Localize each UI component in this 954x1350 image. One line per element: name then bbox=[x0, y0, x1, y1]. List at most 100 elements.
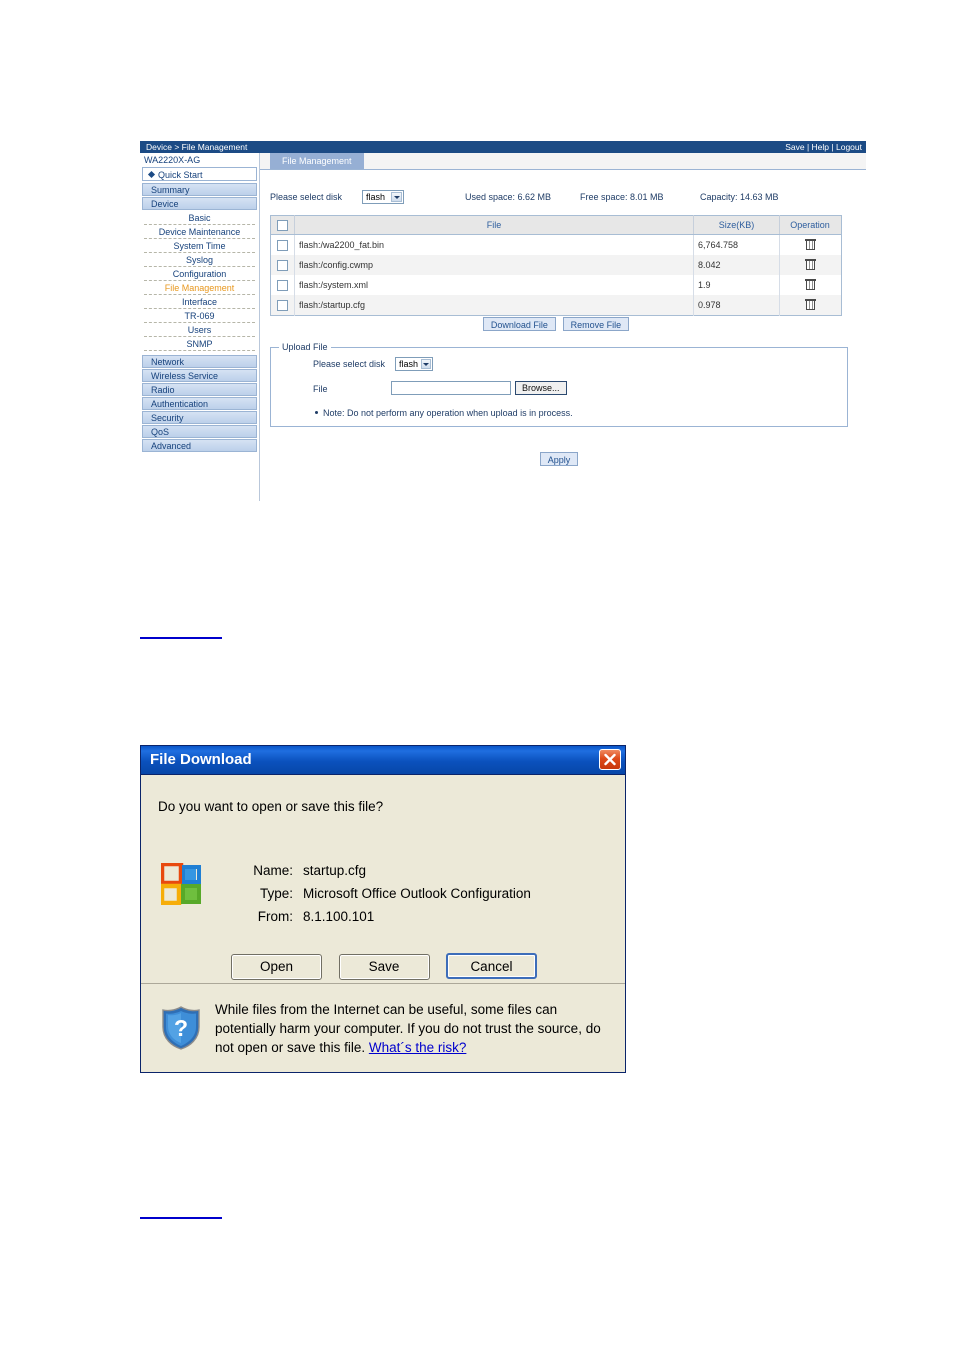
remove-file-button[interactable]: Remove File bbox=[562, 317, 630, 331]
sidebar-item-interface[interactable]: Interface bbox=[144, 295, 255, 309]
sidebar-item-file-management[interactable]: File Management bbox=[144, 281, 255, 295]
row-operation-cell bbox=[779, 255, 842, 275]
sidebar-item-label: System Time bbox=[173, 241, 226, 251]
sidebar-item-advanced[interactable]: Advanced bbox=[142, 439, 257, 452]
logout-link[interactable]: Logout bbox=[836, 142, 862, 152]
cancel-button[interactable]: Cancel bbox=[445, 953, 537, 979]
capacity-stat: Capacity: 14.63 MB bbox=[700, 192, 779, 202]
trash-icon[interactable] bbox=[804, 278, 816, 290]
trash-icon[interactable] bbox=[804, 238, 816, 250]
sidebar-item-summary[interactable]: Summary bbox=[142, 183, 257, 196]
sidebar-item-system-time[interactable]: System Time bbox=[144, 239, 255, 253]
row-checkbox[interactable] bbox=[276, 299, 288, 311]
sidebar-item-basic[interactable]: Basic bbox=[144, 211, 255, 225]
sidebar-item-wireless-service[interactable]: Wireless Service bbox=[142, 369, 257, 382]
sidebar-item-syslog[interactable]: Syslog bbox=[144, 253, 255, 267]
sidebar-item-device-maintenance[interactable]: Device Maintenance bbox=[144, 225, 255, 239]
info-value: 8.1.100.101 bbox=[303, 909, 375, 924]
info-value: startup.cfg bbox=[303, 863, 367, 878]
size-column-header: Size(KB) bbox=[693, 215, 780, 235]
top-right-links: Save | Help | Logout bbox=[785, 141, 862, 153]
content-panel: File Management Please select disk flash… bbox=[260, 153, 866, 501]
apply-button[interactable]: Apply bbox=[539, 452, 579, 466]
sidebar-item-qos[interactable]: QoS bbox=[142, 425, 257, 438]
file-size-cell: 1.9 bbox=[693, 275, 780, 295]
save-button[interactable]: Save bbox=[338, 954, 430, 980]
upload-disk-value: flash bbox=[399, 359, 419, 369]
upload-disk-label: Please select disk bbox=[313, 359, 386, 369]
sidebar-item-users[interactable]: Users bbox=[144, 323, 255, 337]
sidebar-item-device[interactable]: Device bbox=[142, 197, 257, 210]
whats-the-risk-link[interactable]: What´s the risk? bbox=[369, 1040, 467, 1055]
sidebar-item-label: Security bbox=[151, 413, 184, 423]
dialog-warning-footer: ? While files from the Internet can be u… bbox=[141, 983, 625, 1072]
file-download-dialog: File Download Do you want to open or sav… bbox=[140, 745, 626, 1073]
sidebar-item-label: Syslog bbox=[185, 255, 213, 265]
sidebar-item-label: Device bbox=[151, 199, 179, 209]
file-size-cell: 8.042 bbox=[693, 255, 780, 275]
sidebar-item-label: Device Maintenance bbox=[158, 227, 241, 237]
browse-button[interactable]: Browse... bbox=[515, 381, 567, 395]
sidebar-item-label: Basic bbox=[188, 213, 211, 223]
tab-label: File Management bbox=[282, 156, 352, 166]
chevron-down-icon[interactable] bbox=[391, 192, 402, 202]
row-checkbox[interactable] bbox=[276, 279, 288, 291]
tab-file-management[interactable]: File Management bbox=[270, 153, 364, 169]
sidebar-item-authentication[interactable]: Authentication bbox=[142, 397, 257, 410]
disk-select-dropdown[interactable]: flash bbox=[362, 190, 404, 204]
device-name: WA2220X-AG bbox=[140, 153, 259, 167]
sidebar-item-network[interactable]: Network bbox=[142, 355, 257, 368]
sidebar-item-tr-069[interactable]: TR-069 bbox=[144, 309, 255, 323]
breadcrumb: Device > File Management bbox=[146, 142, 248, 152]
dialog-question: Do you want to open or save this file? bbox=[158, 799, 384, 814]
dialog-title-bar[interactable]: File Download bbox=[141, 746, 625, 775]
chevron-down-icon[interactable] bbox=[421, 359, 431, 369]
apply-row: Apply bbox=[270, 452, 848, 466]
sidebar-item-label: Network bbox=[151, 357, 185, 367]
ui-top-bar: Device > File Management Save | Help | L… bbox=[140, 141, 866, 153]
row-select-cell bbox=[270, 295, 295, 316]
sidebar: WA2220X-AG Quick Start Summary Device Ba… bbox=[140, 153, 260, 501]
sidebar-item-radio[interactable]: Radio bbox=[142, 383, 257, 396]
save-link[interactable]: Save bbox=[785, 142, 804, 152]
upload-note: Note: Do not perform any operation when … bbox=[315, 408, 573, 418]
horizontal-rule-top bbox=[140, 637, 222, 639]
disk-select-value: flash bbox=[366, 192, 386, 202]
table-row: flash:/startup.cfg 0.978 bbox=[270, 295, 842, 316]
upload-file-input[interactable] bbox=[391, 381, 511, 395]
sidebar-item-security[interactable]: Security bbox=[142, 411, 257, 424]
file-info-row-name: Name: startup.cfg bbox=[237, 863, 531, 886]
sidebar-item-label: QoS bbox=[151, 427, 170, 437]
file-table: File Size(KB) Operation flash:/wa2200_fa… bbox=[270, 215, 842, 316]
select-all-checkbox[interactable] bbox=[276, 219, 288, 231]
help-link[interactable]: Help bbox=[812, 142, 829, 152]
sidebar-item-label: Radio bbox=[151, 385, 175, 395]
close-icon[interactable] bbox=[599, 749, 621, 770]
trash-icon[interactable] bbox=[804, 258, 816, 270]
sidebar-item-label: TR-069 bbox=[184, 311, 215, 321]
sidebar-item-snmp[interactable]: SNMP bbox=[144, 337, 255, 351]
sidebar-item-quick-start[interactable]: Quick Start bbox=[142, 167, 257, 181]
horizontal-rule-bottom bbox=[140, 1217, 222, 1219]
router-web-ui: Device > File Management Save | Help | L… bbox=[140, 141, 866, 501]
bullet-icon bbox=[315, 411, 318, 415]
upload-disk-dropdown[interactable]: flash bbox=[395, 357, 433, 371]
table-header-row: File Size(KB) Operation bbox=[270, 215, 842, 235]
row-operation-cell bbox=[780, 235, 842, 256]
table-row: flash:/config.cwmp 8.042 bbox=[270, 255, 842, 275]
sidebar-item-configuration[interactable]: Configuration bbox=[144, 267, 255, 281]
row-checkbox[interactable] bbox=[276, 259, 288, 271]
file-size-cell: 6,764.758 bbox=[693, 234, 780, 255]
sidebar-item-label: SNMP bbox=[186, 339, 213, 349]
open-button[interactable]: Open bbox=[231, 954, 323, 980]
dialog-title: File Download bbox=[150, 751, 252, 768]
warning-text: While files from the Internet can be use… bbox=[215, 1000, 611, 1057]
download-file-button[interactable]: Download File bbox=[482, 317, 556, 331]
file-name-cell: flash:/wa2200_fat.bin bbox=[294, 234, 694, 255]
trash-icon[interactable] bbox=[804, 298, 816, 310]
shield-question-icon: ? bbox=[160, 1005, 202, 1051]
row-operation-cell bbox=[780, 275, 842, 295]
row-checkbox[interactable] bbox=[276, 239, 288, 251]
upload-note-text: Note: Do not perform any operation when … bbox=[323, 408, 573, 418]
row-select-cell bbox=[270, 275, 295, 295]
